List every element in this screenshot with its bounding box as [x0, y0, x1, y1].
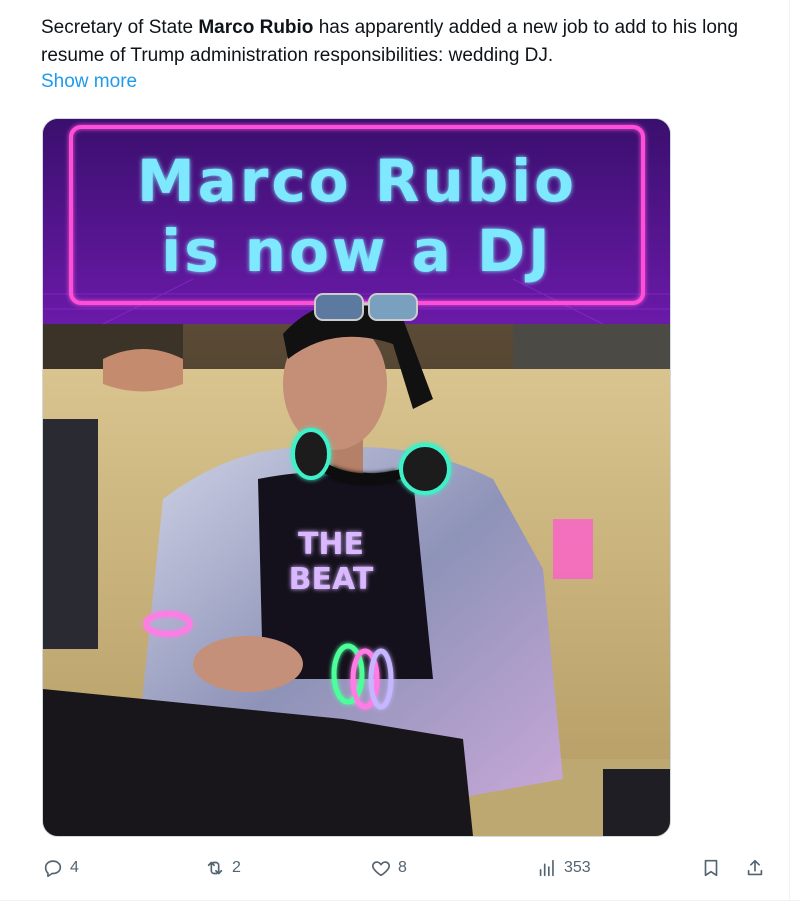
tweet-action-bar: 4 2 8 353 — [0, 850, 800, 886]
reply-count: 4 — [70, 859, 79, 876]
like-count: 8 — [398, 859, 407, 876]
reply-button[interactable]: 4 — [42, 850, 79, 886]
bookmark-button[interactable] — [700, 850, 722, 886]
reply-icon — [44, 860, 62, 878]
person-left-arm — [43, 419, 98, 649]
views-icon — [539, 859, 554, 877]
tweet-text-mention: Marco Rubio — [198, 17, 314, 38]
meme-image: Marco Rubio is now a DJ THE BEAT — [43, 119, 670, 836]
clasped-hands — [193, 636, 303, 692]
repost-count: 2 — [232, 859, 241, 876]
banner-line-1: Marco Rubio — [137, 147, 577, 215]
tweet-text-prefix: Secretary of State — [41, 17, 199, 38]
banner-line-2: is now a DJ — [161, 217, 553, 285]
column-divider — [789, 0, 790, 901]
repost-icon — [207, 861, 223, 875]
views-count: 353 — [564, 859, 591, 876]
repost-button[interactable]: 2 — [204, 850, 241, 886]
share-button[interactable] — [744, 850, 766, 886]
views-button[interactable]: 353 — [536, 850, 591, 886]
show-more-link[interactable]: Show more — [41, 71, 137, 93]
like-button[interactable]: 8 — [370, 850, 407, 886]
tweet-text: Secretary of State Marco Rubio has appar… — [41, 14, 771, 70]
bookmark-icon — [704, 859, 718, 877]
share-icon — [747, 859, 763, 876]
shirt-line-1: THE — [298, 527, 364, 562]
heart-icon — [372, 861, 390, 877]
shirt-line-2: BEAT — [289, 562, 374, 597]
tweet-media-image[interactable]: Marco Rubio is now a DJ THE BEAT — [42, 118, 671, 837]
